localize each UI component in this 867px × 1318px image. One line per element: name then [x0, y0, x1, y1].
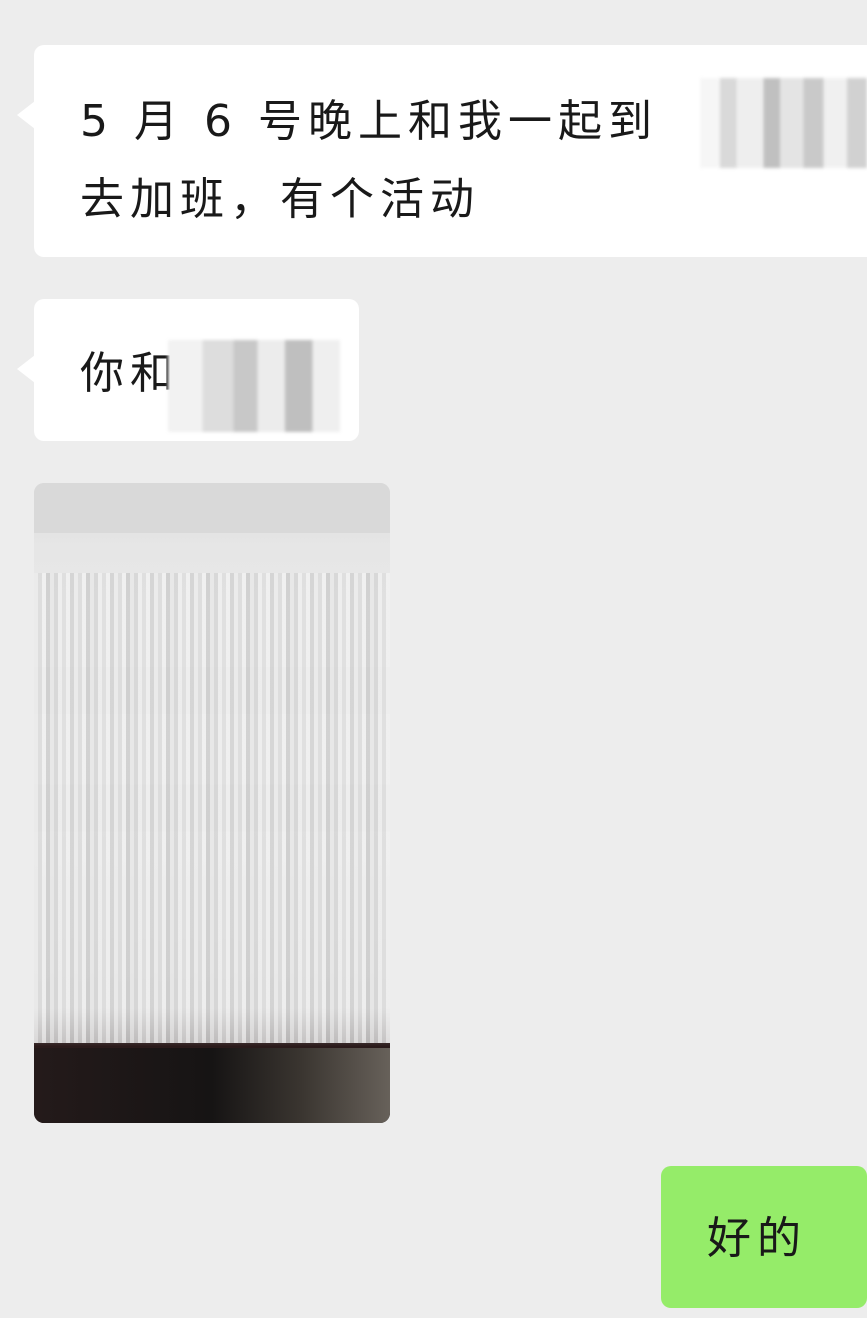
message-text-line: 去加班，有个活动: [80, 174, 480, 225]
photo-floor-area: [34, 1048, 390, 1123]
outgoing-message-bubble[interactable]: 好的: [661, 1166, 867, 1308]
redaction-mosaic: [34, 573, 390, 1043]
redaction-mosaic: [700, 78, 867, 168]
message-text-line: 好的: [707, 1213, 807, 1264]
image-message[interactable]: [34, 483, 390, 1123]
photo-top-area: [34, 483, 390, 533]
redaction-mosaic: [168, 340, 340, 432]
